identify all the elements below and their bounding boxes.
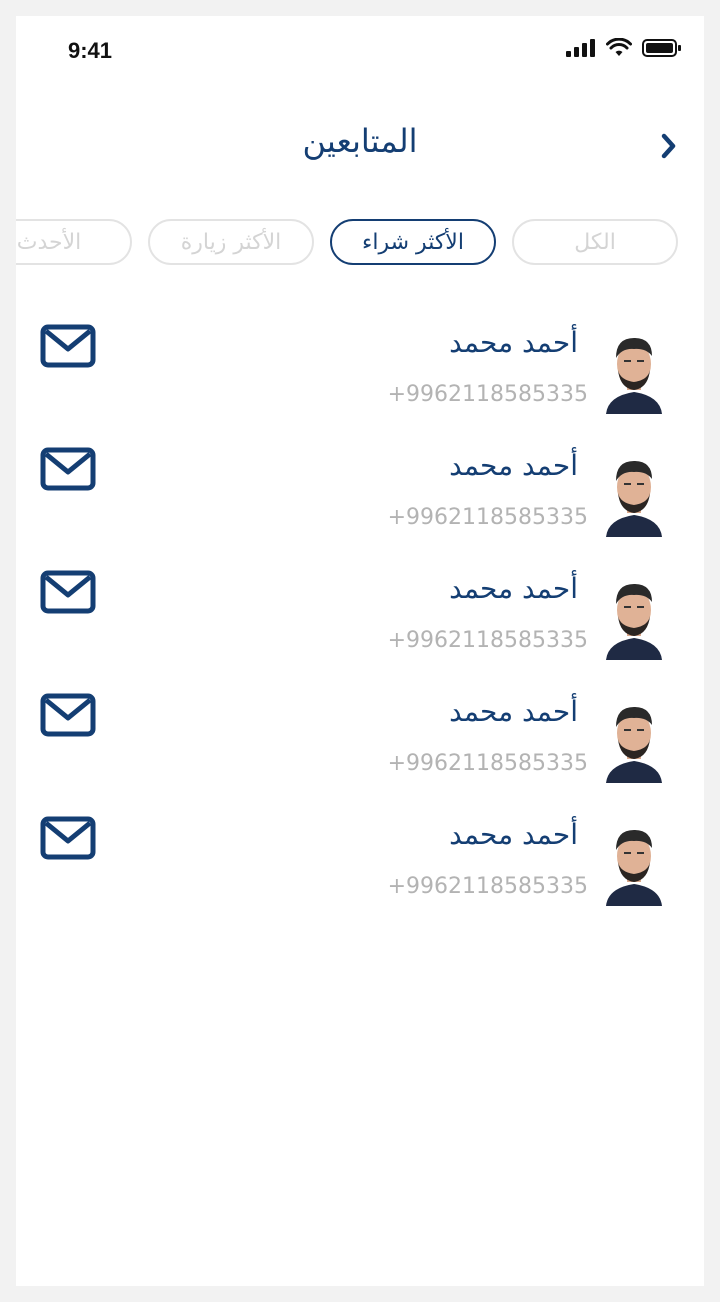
tab-newest[interactable]: الأحدث xyxy=(16,219,132,265)
cellular-signal-icon xyxy=(566,39,595,57)
follower-phone: +9962118585335 xyxy=(387,874,588,899)
battery-icon xyxy=(642,39,681,57)
follower-name: أحمد محمد xyxy=(449,695,578,728)
tab-most-visits[interactable]: الأكثر زيارة xyxy=(148,219,314,265)
page-title: المتابعين xyxy=(302,122,418,160)
envelope-icon xyxy=(40,570,96,614)
message-button[interactable] xyxy=(40,570,96,614)
avatar xyxy=(604,453,664,537)
follower-phone: +9962118585335 xyxy=(387,751,588,776)
avatar xyxy=(604,822,664,906)
follower-phone: +9962118585335 xyxy=(387,628,588,653)
follower-name: أحمد محمد xyxy=(449,818,578,851)
envelope-icon xyxy=(40,693,96,737)
filter-tabs: الكل الأكثر شراء الأكثر زيارة الأحدث xyxy=(16,219,678,265)
follower-phone: +9962118585335 xyxy=(387,382,588,407)
app-screen: 9:41 المتابعين الكل الأكثر شراء الأكثر ز… xyxy=(16,16,704,1286)
follower-phone: +9962118585335 xyxy=(387,505,588,530)
message-button[interactable] xyxy=(40,693,96,737)
nav-header: المتابعين xyxy=(16,116,704,176)
avatar xyxy=(604,699,664,783)
avatar xyxy=(604,576,664,660)
message-button[interactable] xyxy=(40,447,96,491)
status-bar: 9:41 xyxy=(16,16,704,86)
status-time: 9:41 xyxy=(68,38,113,63)
follower-row[interactable]: أحمد محمد +9962118585335 xyxy=(16,316,704,439)
back-button[interactable] xyxy=(654,128,684,164)
follower-row[interactable]: أحمد محمد +9962118585335 xyxy=(16,808,704,931)
follower-row[interactable]: أحمد محمد +9962118585335 xyxy=(16,439,704,562)
tab-all[interactable]: الكل xyxy=(512,219,678,265)
status-icons xyxy=(566,38,682,58)
message-button[interactable] xyxy=(40,324,96,368)
envelope-icon xyxy=(40,816,96,860)
follower-row[interactable]: أحمد محمد +9962118585335 xyxy=(16,562,704,685)
tab-most-purchases[interactable]: الأكثر شراء xyxy=(330,219,496,265)
followers-list: أحمد محمد +9962118585335 أحمد محمد +9962… xyxy=(16,316,704,931)
avatar xyxy=(604,330,664,414)
follower-name: أحمد محمد xyxy=(449,326,578,359)
chevron-right-icon xyxy=(661,133,676,159)
message-button[interactable] xyxy=(40,816,96,860)
envelope-icon xyxy=(40,324,96,368)
follower-row[interactable]: أحمد محمد +9962118585335 xyxy=(16,685,704,808)
follower-name: أحمد محمد xyxy=(449,449,578,482)
follower-name: أحمد محمد xyxy=(449,572,578,605)
envelope-icon xyxy=(40,447,96,491)
wifi-icon xyxy=(606,38,632,56)
